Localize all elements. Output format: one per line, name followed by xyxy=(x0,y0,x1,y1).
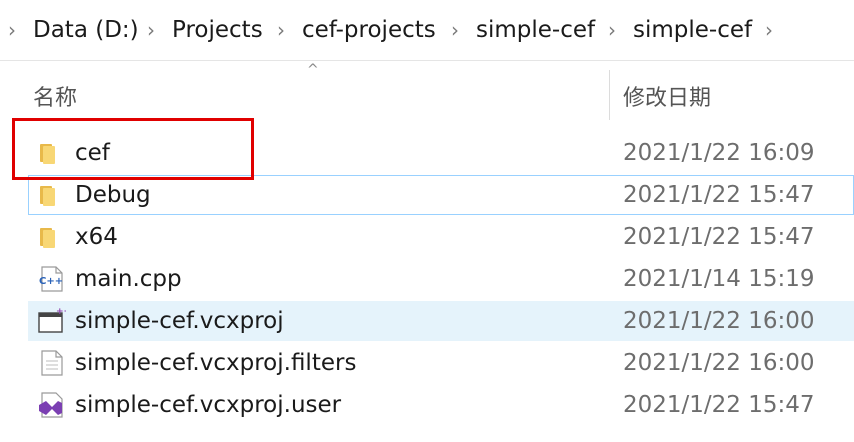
file-date: 2021/1/22 15:47 xyxy=(623,224,815,250)
highlight-annotation xyxy=(12,118,254,180)
file-name: simple-cef.vcxproj.filters xyxy=(75,350,357,376)
file-row[interactable]: simple-cef.vcxproj.user 2021/1/22 15:47 xyxy=(0,385,854,425)
breadcrumb-item-cef-projects[interactable]: cef-projects xyxy=(302,14,436,46)
visual-studio-icon xyxy=(39,392,63,418)
file-date: 2021/1/22 16:00 xyxy=(623,350,815,376)
folder-icon xyxy=(40,228,55,248)
svg-text:++: ++ xyxy=(56,307,66,317)
breadcrumb-item-simple-cef-parent[interactable]: simple-cef xyxy=(476,14,595,46)
breadcrumb-item-simple-cef-current[interactable]: simple-cef xyxy=(633,14,752,46)
file-date: 2021/1/22 16:00 xyxy=(623,308,815,334)
column-header-date-modified[interactable]: 修改日期 xyxy=(623,80,711,112)
svg-text:C++: C++ xyxy=(39,276,63,287)
folder-icon xyxy=(40,186,55,206)
cpp-file-icon: C++ xyxy=(39,266,63,292)
vcxproj-file-icon: ++ xyxy=(38,307,66,333)
file-date: 2021/1/22 15:47 xyxy=(623,392,815,418)
file-row[interactable]: C++ main.cpp 2021/1/14 15:19 xyxy=(0,259,854,299)
file-date: 2021/1/14 15:19 xyxy=(623,266,815,292)
file-name: main.cpp xyxy=(75,266,182,292)
sort-ascending-icon: ^ xyxy=(307,62,319,78)
breadcrumb: › Data (D:) › Projects › cef-projects › … xyxy=(0,0,854,60)
file-name: simple-cef.vcxproj xyxy=(75,308,284,334)
breadcrumb-item-drive[interactable]: Data (D:) xyxy=(33,14,139,46)
chevron-right-icon[interactable]: › xyxy=(765,14,773,46)
file-name: simple-cef.vcxproj.user xyxy=(75,392,342,418)
chevron-right-icon[interactable]: › xyxy=(8,14,16,46)
file-row[interactable]: x64 2021/1/22 15:47 xyxy=(0,217,854,257)
chevron-right-icon[interactable]: › xyxy=(451,14,459,46)
chevron-right-icon[interactable]: › xyxy=(147,14,155,46)
column-header-name[interactable]: 名称 xyxy=(33,80,77,112)
chevron-right-icon[interactable]: › xyxy=(608,14,616,46)
file-date: 2021/1/22 16:09 xyxy=(623,140,815,166)
file-row[interactable]: ++ simple-cef.vcxproj 2021/1/22 16:00 xyxy=(0,301,854,341)
generic-file-icon xyxy=(41,350,63,376)
file-name: Debug xyxy=(75,182,151,208)
breadcrumb-item-projects[interactable]: Projects xyxy=(172,14,263,46)
chevron-right-icon[interactable]: › xyxy=(277,14,285,46)
file-date: 2021/1/22 15:47 xyxy=(623,182,815,208)
file-row[interactable]: Debug 2021/1/22 15:47 xyxy=(0,175,854,215)
column-divider[interactable] xyxy=(609,70,610,120)
file-name: x64 xyxy=(75,224,118,250)
column-header xyxy=(0,61,854,121)
file-row[interactable]: simple-cef.vcxproj.filters 2021/1/22 16:… xyxy=(0,343,854,383)
